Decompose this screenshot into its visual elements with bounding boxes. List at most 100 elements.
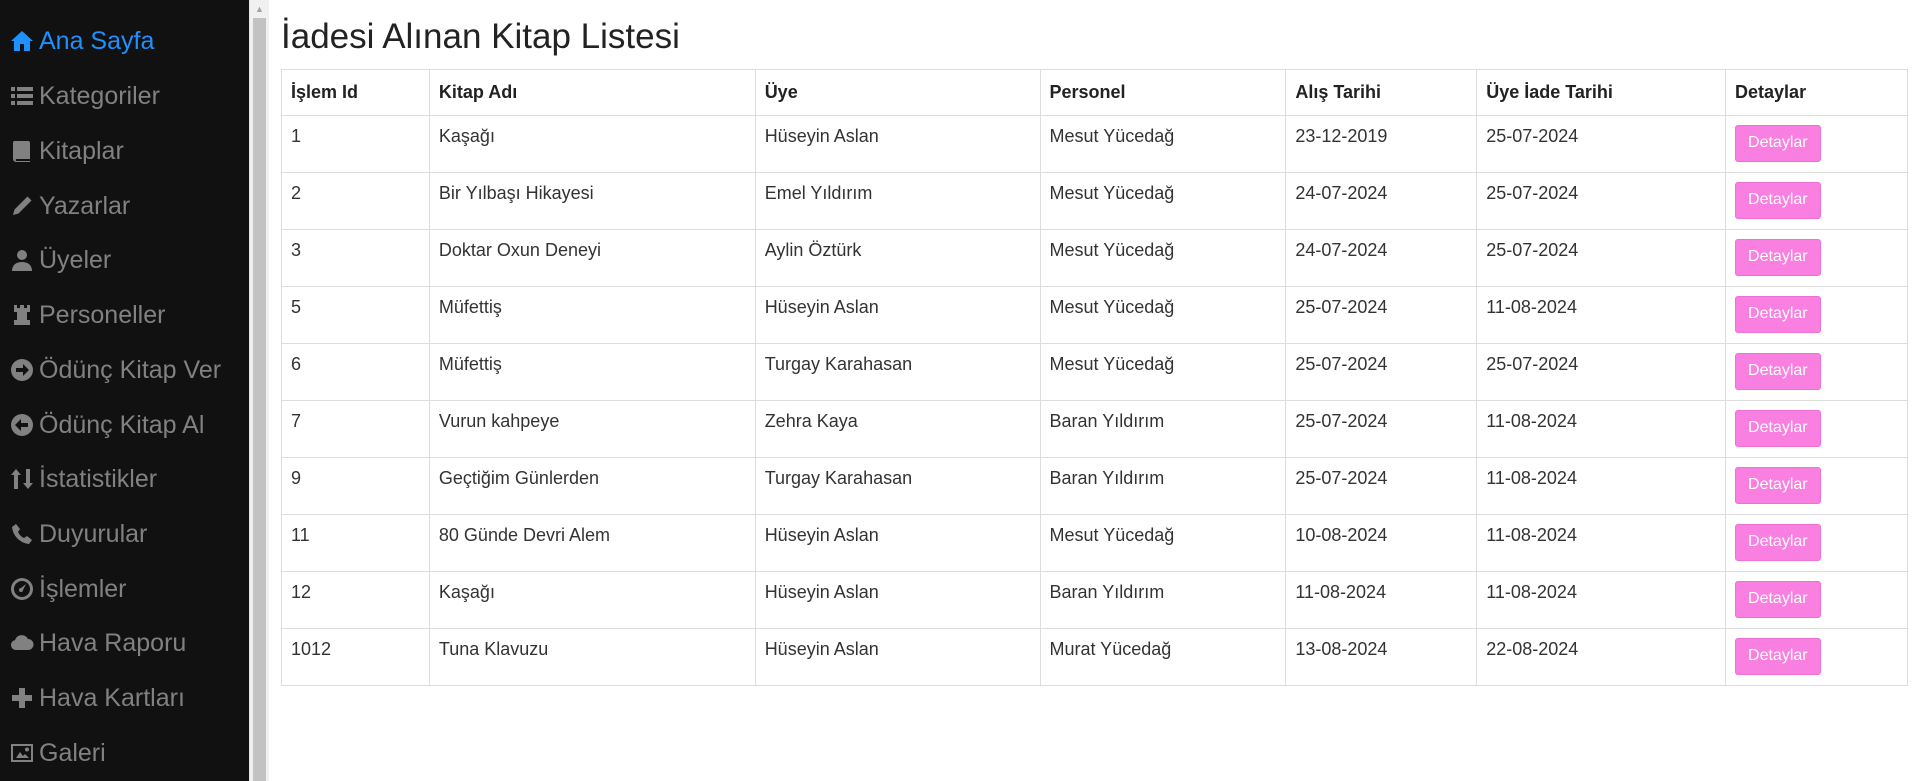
sidebar-item-label: Hava Raporu <box>39 628 187 657</box>
cell-islem-id: 1 <box>281 115 430 173</box>
column-header-alis-tarihi: Alış Tarihi <box>1285 69 1478 116</box>
cell-kitap-adi: 80 Günde Devri Alem <box>428 514 756 572</box>
plus-icon <box>10 685 38 711</box>
cell-personel: Baran Yıldırım <box>1039 400 1287 458</box>
table-row: 6 Müfettiş Turgay Karahasan Mesut Yüceda… <box>281 343 1908 401</box>
cell-uye: Turgay Karahasan <box>754 457 1041 515</box>
sidebar-item-hava-kartlari[interactable]: Hava Kartları <box>10 678 185 718</box>
cell-detaylar: Detaylar <box>1725 229 1908 287</box>
table-row: 12 Kaşağı Hüseyin Aslan Baran Yıldırım 1… <box>281 571 1908 629</box>
cell-alis-tarihi: 25-07-2024 <box>1285 343 1478 401</box>
column-header-islem-id: İşlem Id <box>281 69 430 116</box>
table-row: 9 Geçtiğim Günlerden Turgay Karahasan Ba… <box>281 457 1908 515</box>
sidebar-item-label: İstatistikler <box>39 464 158 493</box>
column-header-uye: Üye <box>754 69 1041 116</box>
cell-uye: Hüseyin Aslan <box>754 571 1041 629</box>
detaylar-button[interactable]: Detaylar <box>1735 125 1821 162</box>
cell-uye: Hüseyin Aslan <box>754 514 1041 572</box>
sidebar-item-uyeler[interactable]: Üyeler <box>10 240 111 280</box>
scrollbar-thumb[interactable] <box>253 18 266 781</box>
sidebar-item-odunc-kitap-al[interactable]: Ödünç Kitap Al <box>10 405 204 445</box>
sidebar-item-duyurular[interactable]: Duyurular <box>10 514 147 554</box>
cell-alis-tarihi: 25-07-2024 <box>1285 457 1478 515</box>
detaylar-button[interactable]: Detaylar <box>1735 524 1821 561</box>
cell-uye: Emel Yıldırım <box>754 172 1041 230</box>
cell-uye-iade-tarihi: 25-07-2024 <box>1476 115 1727 173</box>
sidebar-item-label: Personeller <box>39 300 166 329</box>
sidebar-item-kitaplar[interactable]: Kitaplar <box>10 131 124 171</box>
sidebar-item-kategoriler[interactable]: Kategoriler <box>10 76 160 116</box>
detaylar-button[interactable]: Detaylar <box>1735 296 1821 333</box>
detaylar-button[interactable]: Detaylar <box>1735 353 1821 390</box>
cell-uye-iade-tarihi: 11-08-2024 <box>1476 400 1727 458</box>
pencil-icon <box>10 193 38 219</box>
cell-uye-iade-tarihi: 11-08-2024 <box>1476 514 1727 572</box>
cell-personel: Mesut Yücedağ <box>1039 229 1287 287</box>
sidebar-item-label: Yazarlar <box>39 191 131 220</box>
home-icon <box>10 28 38 54</box>
sidebar-item-ana-sayfa[interactable]: Ana Sayfa <box>10 21 154 61</box>
detaylar-button[interactable]: Detaylar <box>1735 638 1821 675</box>
cell-detaylar: Detaylar <box>1725 514 1908 572</box>
cell-uye: Aylin Öztürk <box>754 229 1041 287</box>
cell-personel: Murat Yücedağ <box>1039 628 1287 686</box>
table-row: 1 Kaşağı Hüseyin Aslan Mesut Yücedağ 23-… <box>281 115 1908 173</box>
cell-kitap-adi: Kaşağı <box>428 115 756 173</box>
detaylar-button[interactable]: Detaylar <box>1735 239 1821 276</box>
cell-uye: Turgay Karahasan <box>754 343 1041 401</box>
detaylar-button[interactable]: Detaylar <box>1735 182 1821 219</box>
cell-personel: Mesut Yücedağ <box>1039 172 1287 230</box>
cell-personel: Mesut Yücedağ <box>1039 343 1287 401</box>
sidebar-nav: Ana Sayfa Kategoriler Kitaplar Yazarlar … <box>0 0 249 781</box>
cell-islem-id: 12 <box>281 571 430 629</box>
table-row: 11 80 Günde Devri Alem Hüseyin Aslan Mes… <box>281 514 1908 572</box>
column-header-personel: Personel <box>1039 69 1287 116</box>
cell-islem-id: 7 <box>281 400 430 458</box>
cell-islem-id: 1012 <box>281 628 430 686</box>
detaylar-button[interactable]: Detaylar <box>1735 410 1821 447</box>
cell-alis-tarihi: 11-08-2024 <box>1285 571 1478 629</box>
sidebar-item-hava-raporu[interactable]: Hava Raporu <box>10 623 186 663</box>
cell-uye-iade-tarihi: 25-07-2024 <box>1476 172 1727 230</box>
sidebar-item-label: Ödünç Kitap Ver <box>39 355 222 384</box>
detaylar-button[interactable]: Detaylar <box>1735 581 1821 618</box>
sidebar-item-yazarlar[interactable]: Yazarlar <box>10 186 130 226</box>
cell-personel: Baran Yıldırım <box>1039 571 1287 629</box>
sidebar-item-personeller[interactable]: Personeller <box>10 295 165 335</box>
cell-detaylar: Detaylar <box>1725 286 1908 344</box>
cell-kitap-adi: Vurun kahpeye <box>428 400 756 458</box>
vertical-scrollbar[interactable]: ▲ <box>249 0 269 781</box>
cell-alis-tarihi: 23-12-2019 <box>1285 115 1478 173</box>
sidebar-item-odunc-kitap-ver[interactable]: Ödünç Kitap Ver <box>10 350 221 390</box>
scroll-up-arrow-icon[interactable]: ▲ <box>250 0 269 17</box>
cell-kitap-adi: Geçtiğim Günlerden <box>428 457 756 515</box>
phone-icon <box>10 521 38 547</box>
cell-personel: Baran Yıldırım <box>1039 457 1287 515</box>
cell-detaylar: Detaylar <box>1725 571 1908 629</box>
cell-detaylar: Detaylar <box>1725 115 1908 173</box>
sidebar-item-islemler[interactable]: İşlemler <box>10 569 127 609</box>
cell-personel: Mesut Yücedağ <box>1039 514 1287 572</box>
cloud-icon <box>10 630 38 656</box>
cell-detaylar: Detaylar <box>1725 343 1908 401</box>
sidebar-item-galeri[interactable]: Galeri <box>10 733 106 773</box>
cell-kitap-adi: Kaşağı <box>428 571 756 629</box>
cell-personel: Mesut Yücedağ <box>1039 286 1287 344</box>
book-icon <box>10 138 38 164</box>
table-row: 3 Doktar Oxun Deneyi Aylin Öztürk Mesut … <box>281 229 1908 287</box>
cell-alis-tarihi: 25-07-2024 <box>1285 286 1478 344</box>
sidebar-item-label: Üyeler <box>39 245 112 274</box>
cell-uye-iade-tarihi: 11-08-2024 <box>1476 571 1727 629</box>
sidebar-item-label: Galeri <box>39 738 106 767</box>
cell-islem-id: 6 <box>281 343 430 401</box>
tower-icon <box>10 302 38 328</box>
sidebar-item-label: Kategoriler <box>39 81 160 110</box>
cell-alis-tarihi: 24-07-2024 <box>1285 229 1478 287</box>
sidebar-item-istatistikler[interactable]: İstatistikler <box>10 459 157 499</box>
cell-islem-id: 3 <box>281 229 430 287</box>
detaylar-button[interactable]: Detaylar <box>1735 467 1821 504</box>
table-header-row: İşlem Id Kitap Adı Üye Personel Alış Tar… <box>281 69 1908 116</box>
sort-icon <box>10 466 38 492</box>
cell-uye-iade-tarihi: 25-07-2024 <box>1476 229 1727 287</box>
sidebar-item-label: Hava Kartları <box>39 683 185 712</box>
